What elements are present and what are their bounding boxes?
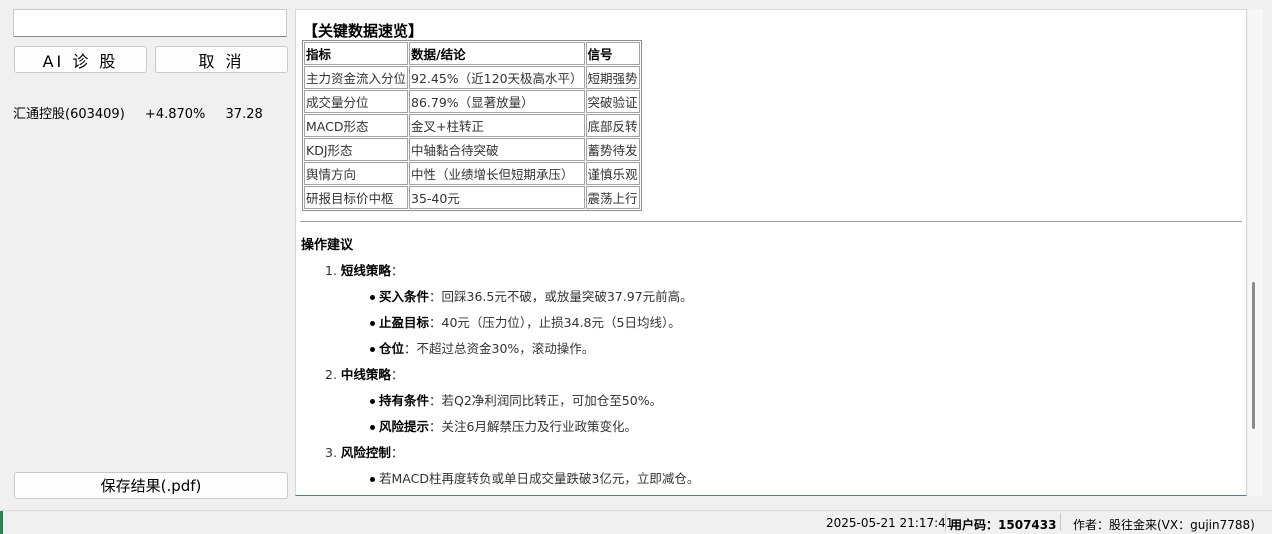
stock-name-code: 汇通控股(603409): [13, 107, 125, 122]
item-label: 持有条件: [379, 393, 430, 408]
strategy-heading-mid: 2. 中线策略：: [325, 364, 403, 383]
table-row: 主力资金流入分位 92.45%（近120天极高水平） 短期强势: [304, 66, 640, 89]
strategy-title: 风险控制: [340, 445, 391, 460]
table-row: MACD形态 金叉+柱转正 底部反转: [304, 114, 640, 137]
table-cell: 主力资金流入分位: [304, 66, 409, 89]
table-cell: KDJ形态: [304, 138, 409, 161]
table-cell: 成交量分位: [304, 90, 409, 113]
table-cell: 震荡上行: [585, 186, 640, 209]
table-cell: 中轴黏合待突破: [409, 138, 585, 161]
list-item: 持有条件：若Q2净利润同比转正，可加仓至50%。: [370, 390, 662, 409]
table-cell: 金叉+柱转正: [409, 114, 585, 137]
list-number: 3.: [325, 445, 337, 460]
list-item: 若MACD柱再度转负或单日成交量跌破3亿元，立即减仓。: [370, 468, 699, 487]
item-label: 仓位: [379, 341, 405, 356]
status-grip: [0, 511, 3, 534]
status-author: 作者：股往金来(VX：gujin7788): [1073, 518, 1255, 532]
table-cell: 短期强势: [585, 66, 640, 89]
strategy-title: 短线策略: [340, 263, 391, 278]
user-code: 1507433: [998, 518, 1057, 532]
table-cell: 中性（业绩增长但短期承压）: [409, 162, 585, 185]
stock-change: +4.870%: [144, 107, 206, 122]
item-label: 风险提示: [379, 419, 430, 434]
table-row: KDJ形态 中轴黏合待突破 蓄势待发: [304, 138, 640, 161]
bullet-icon: [370, 425, 375, 430]
item-label: 止盈目标: [379, 315, 430, 330]
colon: ：: [390, 367, 404, 382]
strategy-heading-risk: 3. 风险控制：: [325, 442, 403, 461]
list-item: 仓位：不超过总资金30%，滚动操作。: [370, 338, 594, 357]
section-title: 【关键数据速览】: [303, 22, 424, 40]
cancel-button[interactable]: 取 消: [155, 46, 288, 73]
table-cell: 底部反转: [585, 114, 640, 137]
item-text: ：不超过总资金30%，滚动操作。: [404, 341, 595, 356]
status-separator: [1060, 513, 1061, 531]
table-cell: 突破验证: [585, 90, 640, 113]
bullet-icon: [370, 321, 375, 326]
item-text: ：40元（压力位），止损34.8元（5日均线）。: [429, 315, 681, 330]
table-cell: 蓄势待发: [585, 138, 640, 161]
list-item: 风险提示：关注6月解禁压力及行业政策变化。: [370, 416, 637, 435]
bullet-icon: [370, 347, 375, 352]
table-header: 指标: [304, 42, 409, 65]
scrollbar-thumb[interactable]: [1252, 282, 1255, 429]
report-view[interactable]: 【关键数据速览】 指标 数据/结论 信号 主力资金流入分位 92.45%（近12…: [295, 9, 1247, 496]
table-cell: 86.79%（显著放量）: [409, 90, 585, 113]
scrollbar-track[interactable]: [1248, 9, 1263, 496]
bullet-icon: [370, 477, 375, 482]
status-bar: 2025-05-21 21:17:41 用户码：1507433 作者：股往金来(…: [0, 510, 1272, 534]
list-number: 2.: [325, 367, 337, 382]
ai-diagnose-button[interactable]: AI 诊 股: [14, 46, 147, 73]
advice-title: 操作建议: [301, 238, 354, 253]
item-text: ：若Q2净利润同比转正，可加仓至50%。: [429, 393, 663, 408]
status-datetime: 2025-05-21 21:17:41: [826, 516, 954, 530]
bullet-icon: [370, 399, 375, 404]
left-panel: AI 诊 股 取 消 汇通控股(603409) +4.870% 37.28 保存…: [0, 0, 295, 510]
table-row: 成交量分位 86.79%（显著放量） 突破验证: [304, 90, 640, 113]
strategy-title: 中线策略: [340, 367, 391, 382]
table-cell: 35-40元: [409, 186, 585, 209]
list-number: 1.: [325, 263, 337, 278]
colon: ：: [390, 263, 404, 278]
item-text: ：关注6月解禁压力及行业政策变化。: [429, 419, 637, 434]
table-cell: 谨慎乐观: [585, 162, 640, 185]
stock-code-input[interactable]: [13, 9, 287, 37]
user-code-label: 用户码：: [950, 518, 999, 532]
save-pdf-button[interactable]: 保存结果(.pdf): [14, 472, 288, 499]
table-cell: 研报目标价中枢: [304, 186, 409, 209]
table-header: 数据/结论: [409, 42, 585, 65]
item-text: ：回踩36.5元不破，或放量突破37.97元前高。: [429, 289, 693, 304]
status-user: 用户码：1507433: [950, 516, 1056, 533]
item-text: 若MACD柱再度转负或单日成交量跌破3亿元，立即减仓。: [379, 471, 700, 486]
table-cell: 舆情方向: [304, 162, 409, 185]
table-row: 研报目标价中枢 35-40元 震荡上行: [304, 186, 640, 209]
colon: ：: [390, 445, 404, 460]
list-item: 止盈目标：40元（压力位），止损34.8元（5日均线）。: [370, 312, 681, 331]
item-label: 买入条件: [379, 289, 430, 304]
list-item: 买入条件：回踩36.5元不破，或放量突破37.97元前高。: [370, 286, 693, 305]
table-cell: MACD形态: [304, 114, 409, 137]
stock-list-item[interactable]: 汇通控股(603409) +4.870% 37.28: [13, 103, 279, 122]
bullet-icon: [370, 295, 375, 300]
table-cell: 92.45%（近120天极高水平）: [409, 66, 585, 89]
table-header-row: 指标 数据/结论 信号: [304, 42, 640, 65]
strategy-heading-short: 1. 短线策略：: [325, 260, 403, 279]
table-header: 信号: [585, 42, 640, 65]
key-data-table: 指标 数据/结论 信号 主力资金流入分位 92.45%（近120天极高水平） 短…: [302, 40, 642, 211]
divider: [300, 221, 1242, 222]
stock-price: 37.28: [225, 107, 263, 122]
table-row: 舆情方向 中性（业绩增长但短期承压） 谨慎乐观: [304, 162, 640, 185]
status-separator: [945, 513, 946, 531]
